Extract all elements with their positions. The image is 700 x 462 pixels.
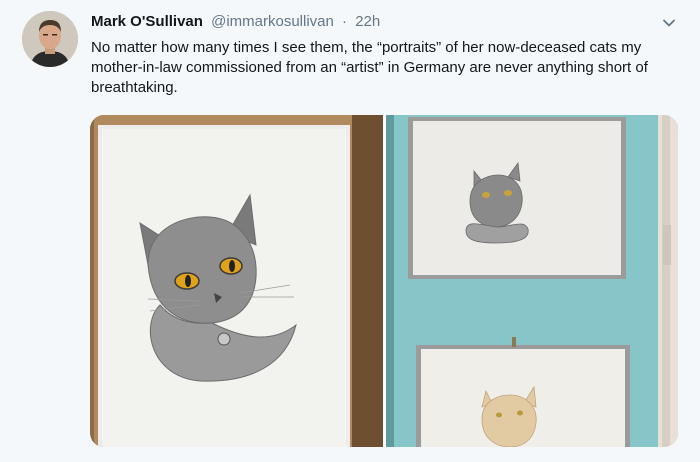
author-handle[interactable]: @immarkosullivan bbox=[211, 13, 334, 30]
tweet-header: Mark O'Sullivan @immarkosullivan · 22h bbox=[91, 12, 380, 32]
photo-right[interactable] bbox=[386, 115, 678, 447]
photo-left[interactable] bbox=[90, 115, 383, 447]
media-grid bbox=[90, 115, 678, 447]
separator-dot: · bbox=[342, 13, 348, 30]
timestamp[interactable]: 22h bbox=[355, 13, 380, 30]
avatar-image bbox=[22, 11, 78, 67]
tweet-text: No matter how many times I see them, the… bbox=[91, 39, 648, 96]
avatar[interactable] bbox=[22, 11, 78, 67]
chevron-down-icon[interactable] bbox=[660, 14, 678, 32]
author-name[interactable]: Mark O'Sullivan bbox=[91, 13, 203, 30]
tweet: Mark O'Sullivan @immarkosullivan · 22h N… bbox=[0, 0, 700, 462]
